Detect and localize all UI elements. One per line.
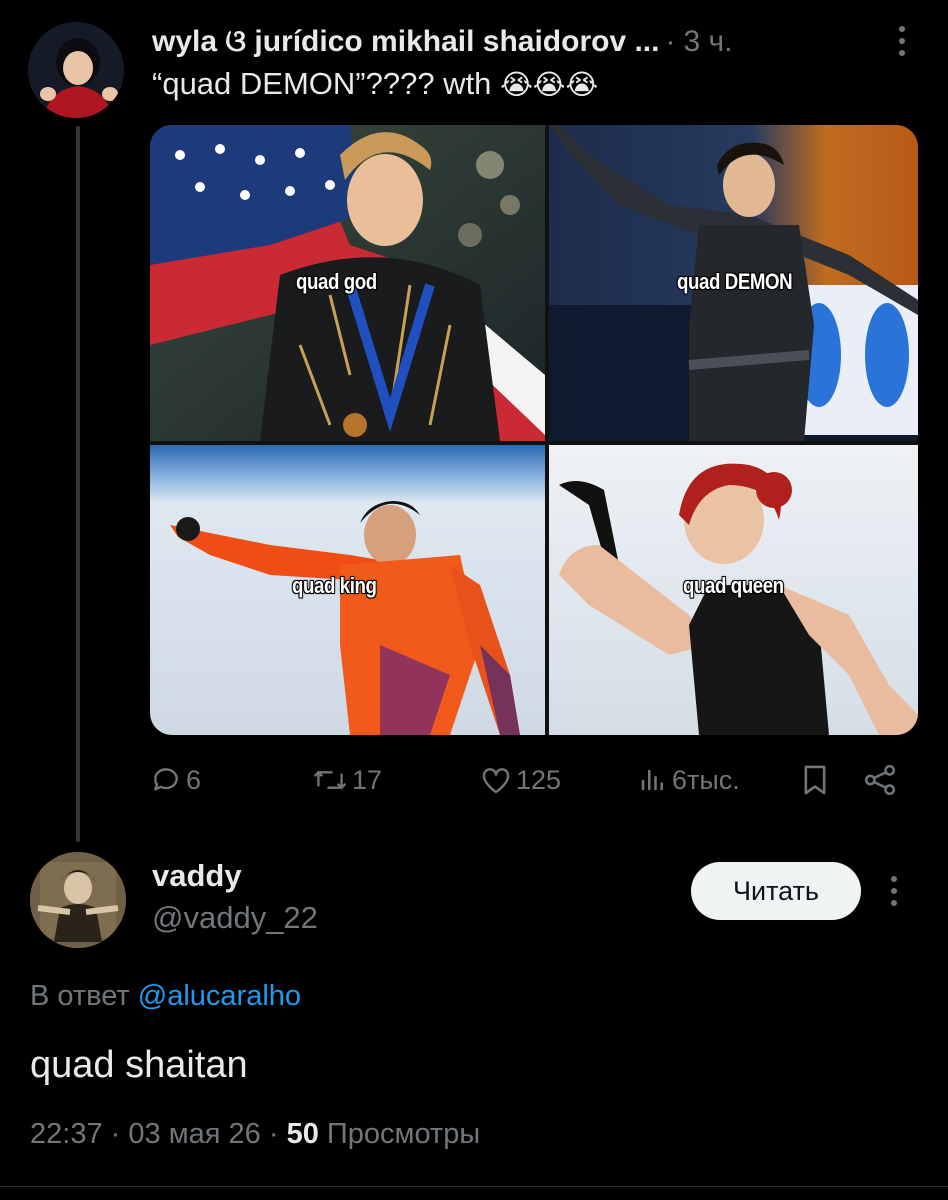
reply-count: 6 — [186, 764, 202, 795]
repost-icon — [313, 770, 347, 790]
avatar-image — [30, 852, 126, 948]
crying-emoji-icon: 😭😭😭 — [500, 68, 599, 101]
header-separator: · — [665, 25, 676, 58]
caption-quad-queen: quad queen — [683, 573, 784, 598]
parent-tweet-body: “quad DEMON”???? wth — [152, 66, 492, 101]
parent-author-avatar[interactable] — [28, 22, 124, 118]
reply-author-handle[interactable]: @vaddy_22 — [152, 900, 318, 936]
media-tile-quad-queen[interactable]: quad queen — [549, 445, 918, 735]
tweet-media-grid[interactable]: quad god quad DEMON quad king quad queen — [150, 125, 918, 735]
parent-tweet-header: wyla ଓ jurídico mikhail shaidorov ... · … — [152, 22, 912, 62]
reply-to-prefix: В ответ — [30, 980, 130, 1012]
repost-count: 17 — [352, 764, 383, 795]
like-icon — [482, 768, 510, 794]
parent-tweet-time[interactable]: 3 ч. — [683, 25, 732, 59]
caption-quad-king: quad king — [292, 573, 377, 598]
reply-tweet-text: quad shaitan — [30, 1044, 248, 1086]
share-icon — [864, 764, 896, 796]
reply-icon — [154, 768, 178, 791]
media-tile-quad-king[interactable]: quad king — [150, 445, 545, 735]
thread-connector-line — [76, 126, 80, 842]
reply-to-mention-link[interactable]: @alucaralho — [138, 980, 301, 1012]
bookmark-icon — [804, 765, 826, 795]
views-icon — [641, 770, 663, 790]
caption-quad-demon: quad DEMON — [677, 269, 793, 294]
like-count: 125 — [516, 764, 562, 795]
share-action[interactable] — [862, 758, 898, 802]
meta-separator: · — [268, 1118, 279, 1150]
divider — [0, 1186, 948, 1187]
media-tile-quad-god[interactable]: quad god — [150, 125, 545, 441]
reply-views-count: 50 — [286, 1118, 319, 1150]
tweet-action-bar: 6 17 125 6тыс. — [150, 758, 910, 802]
tweet-thread-page: wyla ଓ jurídico mikhail shaidorov ... · … — [0, 0, 948, 1200]
more-vertical-icon[interactable] — [888, 874, 900, 913]
more-vertical-icon[interactable] — [896, 24, 908, 63]
reply-action[interactable]: 6 — [150, 758, 201, 802]
avatar-image — [28, 22, 124, 118]
views-action[interactable]: 6тыс. — [638, 758, 740, 802]
media-tile-quad-demon[interactable]: quad DEMON — [549, 125, 918, 441]
follow-button[interactable]: Читать — [691, 862, 861, 920]
bookmark-action[interactable] — [800, 758, 830, 802]
reply-views-label: Просмотры — [326, 1118, 481, 1150]
reply-author-avatar[interactable] — [30, 852, 126, 948]
reply-tweet-meta: 22:37 · 03 мая 26 · 50 Просмотры — [30, 1118, 480, 1151]
reply-time[interactable]: 22:37 — [30, 1118, 103, 1150]
repost-action[interactable]: 17 — [312, 758, 382, 802]
parent-author-name[interactable]: wyla ଓ jurídico mikhail shaidorov ... — [152, 25, 659, 59]
views-count: 6тыс. — [672, 764, 740, 795]
parent-tweet-text: “quad DEMON”???? wth 😭😭😭 — [152, 66, 598, 102]
like-action[interactable]: 125 — [480, 758, 561, 802]
reply-to-line: В ответ @alucaralho — [30, 980, 301, 1013]
reply-author-name[interactable]: vaddy — [152, 858, 242, 894]
meta-separator: · — [110, 1118, 121, 1150]
caption-quad-god: quad god — [296, 269, 377, 294]
reply-date[interactable]: 03 мая 26 — [128, 1118, 260, 1150]
